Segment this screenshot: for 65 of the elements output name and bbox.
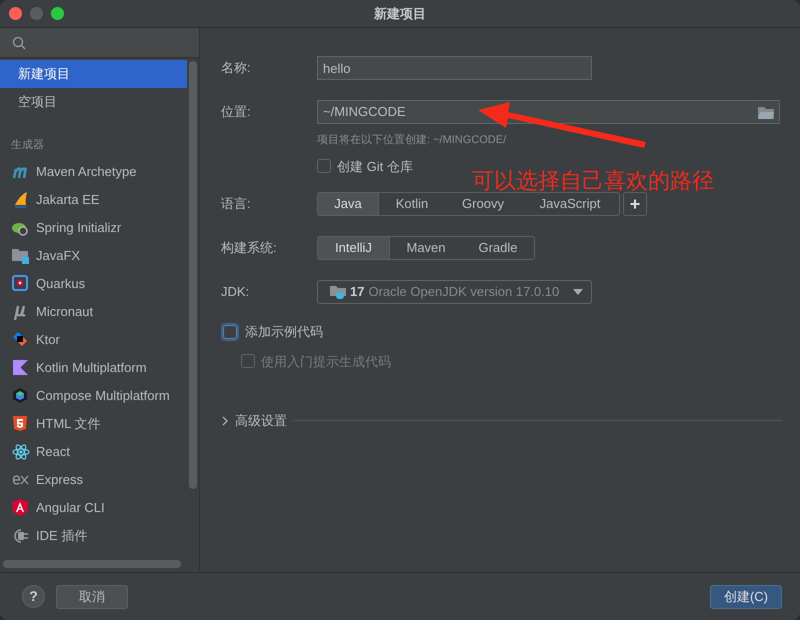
location-field[interactable]: ~/MINGCODE	[317, 100, 780, 124]
generator-item[interactable]: HTML 文件	[0, 410, 187, 438]
zoom-button[interactable]	[51, 7, 64, 20]
checkbox-label: 创建 Git 仓库	[337, 158, 413, 176]
sidebar-item[interactable]: 空项目	[0, 88, 187, 116]
generator-item[interactable]: Compose Multiplatform	[0, 382, 187, 410]
field-label: JDK:	[221, 284, 250, 300]
add-button[interactable]: +	[623, 192, 647, 216]
help-button[interactable]: ?	[22, 585, 45, 608]
window-title: 新建项目	[374, 4, 426, 23]
generator-item[interactable]: Express	[0, 466, 187, 494]
segment-tab[interactable]: Java	[318, 193, 379, 215]
diamond-icon	[12, 331, 30, 349]
search-field[interactable]	[0, 28, 199, 58]
annotation-text: 可以选择自己喜欢的路径	[472, 167, 714, 195]
jdk-dropdown[interactable]: 17 Oracle OpenJDK version 17.0.10	[317, 280, 592, 304]
advanced-settings-toggle[interactable]: 高级设置	[221, 411, 287, 430]
minimize-button[interactable]	[30, 7, 43, 20]
search-icon	[12, 36, 26, 50]
generator-item[interactable]: Spring Initializr	[0, 214, 187, 242]
generator-item[interactable]: Jakarta EE	[0, 186, 187, 214]
generator-item[interactable]: Ktor	[0, 326, 187, 354]
quarkus-icon	[12, 275, 30, 293]
html5-icon	[12, 415, 30, 433]
sidebar-item[interactable]: 新建项目	[0, 60, 187, 88]
hexagon-icon	[12, 387, 30, 405]
checkbox-label: 使用入门提示生成代码	[261, 352, 391, 370]
generator-item[interactable]: Micronaut	[0, 298, 187, 326]
segment-tab[interactable]: IntelliJ	[318, 237, 390, 259]
close-button[interactable]	[9, 7, 22, 20]
segment-tab[interactable]: Kotlin	[379, 193, 445, 215]
segment-tab[interactable]: Gradle	[462, 237, 534, 259]
generator-item[interactable]: Angular CLI	[0, 494, 187, 522]
generator-item[interactable]: IDE 插件	[0, 522, 187, 550]
hint-text: 项目将在以下位置创建: ~/MINGCODE/	[317, 134, 506, 146]
name-field[interactable]: hello	[317, 56, 592, 80]
segment-tab[interactable]: JavaScript	[521, 193, 619, 215]
chevron-icon	[221, 416, 229, 426]
segment-tab[interactable]: Maven	[390, 237, 462, 259]
dropdown-arrow-icon	[573, 289, 583, 295]
plug-icon	[12, 527, 30, 545]
atom-icon	[12, 443, 30, 461]
scrollbar-thumb[interactable]	[3, 560, 181, 568]
folder-icon	[758, 106, 774, 118]
cancel-button[interactable]: 取消	[56, 584, 128, 608]
generator-item[interactable]: Kotlin Multiplatform	[0, 354, 187, 382]
shield-icon	[12, 499, 30, 517]
scrollbar-thumb[interactable]	[189, 61, 197, 489]
section-header: 生成器	[11, 138, 44, 153]
generator-item[interactable]: Maven Archetype	[0, 158, 187, 186]
field-label: 位置:	[221, 104, 251, 120]
create-button[interactable]: 创建(C)	[710, 584, 782, 608]
field-label: 语言:	[221, 196, 251, 212]
generator-item[interactable]: React	[0, 438, 187, 466]
folder-icon	[12, 247, 30, 265]
segment-tab[interactable]: Groovy	[445, 193, 521, 215]
kotlin-icon	[12, 359, 30, 377]
checkbox[interactable]	[317, 159, 331, 174]
sail-icon	[12, 191, 30, 209]
field-label: 构建系统:	[221, 240, 277, 256]
field-label: 名称:	[221, 60, 251, 76]
generator-item[interactable]: Quarkus	[0, 270, 187, 298]
generator-item[interactable]: JavaFX	[0, 242, 187, 270]
checkbox-label: 添加示例代码	[245, 323, 323, 341]
folder-cup-icon	[330, 285, 346, 299]
